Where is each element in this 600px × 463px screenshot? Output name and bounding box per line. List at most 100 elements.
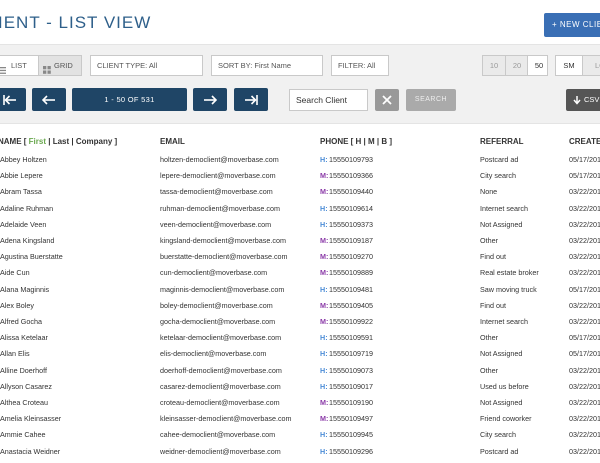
table-row[interactable]: Adaline Ruhman ruhman-democlient@moverbas… — [0, 204, 600, 220]
client-created: 03/22/2017 — [569, 414, 600, 424]
client-email: cun-democlient@moverbase.com — [160, 268, 268, 278]
client-referral: Postcard ad — [480, 155, 519, 164]
client-created: 03/22/2017 — [569, 252, 600, 262]
arrow-right-icon — [204, 94, 217, 105]
phone-type-label: H: — [320, 155, 328, 164]
per-page-20[interactable]: 20 — [505, 56, 528, 75]
table-row[interactable]: Allyson Casarez casarez-democlient@moverb… — [0, 382, 600, 398]
phone-type-label: M: — [320, 398, 329, 407]
client-name: Allan Elis — [0, 349, 30, 359]
name-header-rest[interactable]: | Last | Company ] — [46, 137, 117, 146]
client-name: Aide Cun — [0, 268, 30, 278]
phone-type-label: H: — [320, 219, 328, 229]
view-list-button[interactable]: LIST — [0, 56, 38, 75]
email-column-header: EMAIL — [160, 137, 185, 146]
table-row[interactable]: Adelaide Veen veen-democlient@moverbase.c… — [0, 220, 600, 236]
client-type-select[interactable]: CLIENT TYPE: All — [90, 55, 203, 76]
client-phone: 15550109614 — [329, 203, 373, 213]
clear-search-button[interactable] — [375, 89, 399, 111]
name-column-header[interactable]: NAME [ First | Last | Company ] — [0, 137, 117, 146]
phone-type-label: M: — [320, 414, 329, 424]
size-toggle: SM LG — [555, 55, 600, 76]
size-sm[interactable]: SM — [556, 56, 582, 75]
last-page-button[interactable] — [234, 88, 268, 111]
client-referral: Other — [480, 236, 498, 245]
sort-first-link[interactable]: First — [29, 137, 46, 146]
search-input[interactable]: Search Client — [289, 89, 368, 111]
table-row[interactable]: Alfred Gocha gocha-democlient@moverbase.c… — [0, 317, 600, 333]
table-row[interactable]: Agustina Buerstatte buerstatte-democlient… — [0, 252, 600, 268]
phone-type-label: H: — [320, 446, 328, 456]
table-row[interactable]: Allan Elis elis-democlient@moverbase.com N… — [0, 349, 600, 365]
client-created: 03/22/2017 — [569, 203, 600, 213]
per-page-toggle: 10 20 50 — [482, 55, 548, 76]
search-button[interactable]: SEARCH — [406, 89, 456, 111]
client-referral: Find out — [480, 300, 506, 310]
page-info: 1 - 50 OF 531 — [72, 88, 187, 111]
table-row[interactable]: Alex Boley boley-democlient@moverbase.com… — [0, 301, 600, 317]
client-created: 05/17/2017 — [569, 284, 600, 294]
client-name: Adaline Ruhman — [0, 203, 54, 213]
page-header: IENT - LIST VIEW + NEW CLIENT — [0, 0, 600, 44]
export-csv-button[interactable]: CSV — [566, 89, 600, 111]
first-page-button[interactable] — [0, 88, 26, 111]
table-row[interactable]: Ammie Cahee cahee-democlient@moverbase.co… — [0, 430, 600, 446]
client-referral: Saw moving truck — [480, 284, 537, 294]
per-page-50[interactable]: 50 — [527, 56, 547, 75]
client-referral: City search — [480, 430, 516, 440]
phone-type-label: H: — [320, 203, 328, 213]
client-phone: 15550109296 — [329, 446, 373, 456]
client-name: Adelaide Veen — [0, 219, 47, 229]
client-phone: 15550109366 — [329, 171, 373, 181]
client-referral: None — [480, 187, 498, 197]
client-phone: 15550109073 — [329, 365, 373, 375]
client-name: Abram Tassa — [0, 187, 42, 197]
client-referral: Real estate broker — [480, 268, 539, 278]
table-row[interactable]: Alline Doerhoff doerhoff-democlient@mover… — [0, 366, 600, 382]
download-icon — [573, 96, 581, 105]
client-email: lepere-democlient@moverbase.com — [160, 171, 276, 181]
client-email: ruhman-democlient@moverbase.com — [160, 203, 280, 213]
filter-select[interactable]: FILTER: All — [331, 55, 389, 76]
table-row[interactable]: Amelia Kleinsasser kleinsasser-democlient… — [0, 414, 600, 430]
client-email: croteau-democlient@moverbase.com — [160, 398, 280, 407]
table-row[interactable]: Abbey Holtzen holtzen-democlient@moverbas… — [0, 155, 600, 171]
client-email: casarez-democlient@moverbase.com — [160, 381, 281, 391]
table-row[interactable]: Aide Cun cun-democlient@moverbase.com Real… — [0, 268, 600, 284]
client-created: 03/22/2017 — [569, 300, 600, 310]
client-phone: 15550109440 — [329, 187, 373, 197]
list-icon — [0, 62, 6, 74]
next-page-button[interactable] — [193, 88, 227, 111]
view-list-label: LIST — [11, 61, 27, 70]
client-name: Althea Croteau — [0, 398, 48, 407]
sort-by-select[interactable]: SORT BY: First Name — [211, 55, 323, 76]
table-row[interactable]: Abbie Lepere lepere-democlient@moverbase.… — [0, 171, 600, 187]
client-phone: 15550109719 — [329, 349, 373, 359]
table-row[interactable]: Alissa Ketelaar ketelaar-democlient@mover… — [0, 333, 600, 349]
client-referral: Internet search — [480, 317, 528, 326]
client-name: Alline Doerhoff — [0, 365, 48, 375]
view-grid-label: GRID — [54, 61, 73, 70]
table-row[interactable]: Adena Kingsland kingsland-democlient@move… — [0, 236, 600, 252]
client-email: veen-democlient@moverbase.com — [160, 219, 272, 229]
view-grid-button[interactable]: GRID — [38, 56, 81, 75]
client-referral: Find out — [480, 252, 506, 262]
client-created: 03/22/2017 — [569, 268, 600, 278]
table-row[interactable]: Abram Tassa tassa-democlient@moverbase.co… — [0, 187, 600, 203]
client-created: 03/22/2017 — [569, 398, 600, 407]
prev-page-button[interactable] — [32, 88, 66, 111]
client-name: Adena Kingsland — [0, 236, 55, 245]
phone-type-label: M: — [320, 317, 329, 326]
client-name: Anastacia Weidner — [0, 446, 61, 456]
client-created: 03/22/2017 — [569, 430, 600, 440]
client-name: Alana Maginnis — [0, 284, 50, 294]
table-row[interactable]: Alana Maginnis maginnis-democlient@moverb… — [0, 285, 600, 301]
per-page-10[interactable]: 10 — [483, 56, 505, 75]
new-client-button[interactable]: + NEW CLIENT — [544, 13, 600, 37]
client-phone: 15550109270 — [329, 252, 373, 262]
phone-column-header: PHONE [ H | M | B ] — [320, 137, 393, 146]
table-row[interactable]: Althea Croteau croteau-democlient@moverba… — [0, 398, 600, 414]
created-column-header: CREATED — [569, 137, 600, 146]
size-lg[interactable]: LG — [582, 56, 600, 75]
client-created: 05/17/2017 — [569, 155, 600, 164]
